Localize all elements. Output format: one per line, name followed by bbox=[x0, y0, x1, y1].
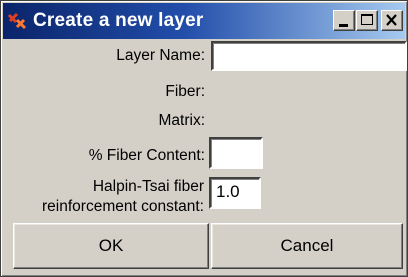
fiber-content-input[interactable] bbox=[209, 137, 263, 169]
fiber-content-label: % Fiber Content: bbox=[88, 147, 205, 164]
cancel-button[interactable]: Cancel bbox=[211, 223, 403, 269]
maximize-button[interactable] bbox=[356, 10, 378, 31]
layer-name-input[interactable] bbox=[211, 41, 407, 71]
halpin-tsai-label: Halpin-Tsai fiber reinforcement constant… bbox=[42, 177, 204, 217]
ok-button[interactable]: OK bbox=[13, 223, 209, 269]
close-button[interactable] bbox=[381, 10, 403, 31]
window-title: Create a new layer bbox=[33, 10, 204, 31]
layer-name-label: Layer Name: bbox=[116, 47, 205, 64]
title-bar[interactable]: Create a new layer bbox=[3, 3, 405, 39]
halpin-tsai-input[interactable]: 1.0 bbox=[209, 177, 261, 209]
minimize-button[interactable] bbox=[333, 10, 355, 31]
halpin-label-line2: reinforcement constant: bbox=[42, 198, 204, 215]
halpin-label-line1: Halpin-Tsai fiber bbox=[92, 178, 204, 195]
maximize-icon bbox=[361, 14, 373, 25]
minimize-icon bbox=[339, 24, 348, 27]
matrix-label: Matrix: bbox=[158, 112, 206, 129]
close-icon bbox=[386, 14, 397, 26]
fiber-label: Fiber: bbox=[165, 83, 205, 100]
dialog-window: Create a new layer Layer Name: Fiber: Ma… bbox=[0, 0, 408, 277]
app-icon bbox=[7, 11, 27, 31]
